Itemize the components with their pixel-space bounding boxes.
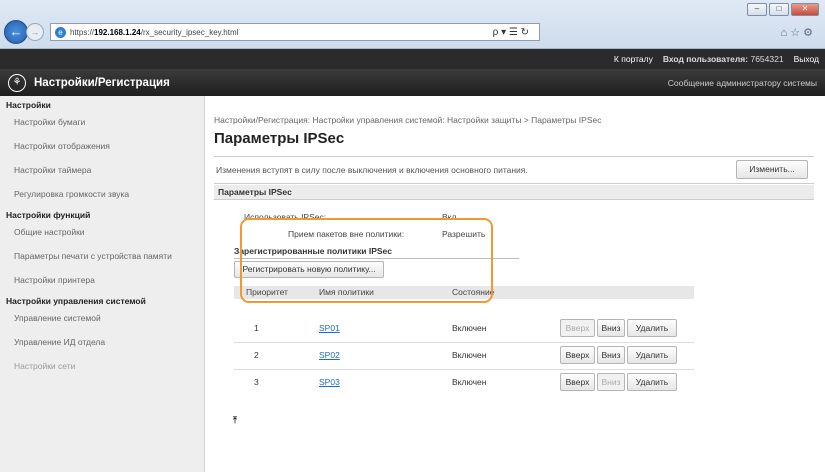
settings-logo-icon: ⚘ [8, 73, 26, 92]
logout-link[interactable]: Выход [794, 54, 819, 64]
sidebar-section-system: Настройки управления системой [6, 296, 146, 306]
breadcrumb: Настройки/Регистрация: Настройки управле… [214, 115, 602, 125]
table-row: 1 SP01 Включен Вверх Вниз Удалить [234, 315, 694, 341]
move-up-button[interactable]: Вверх [560, 319, 595, 337]
address-bar[interactable]: e https:// 192.168.1.24 /rx_security_ips… [50, 23, 540, 41]
page-title: Параметры IPSec [214, 130, 345, 147]
move-down-button[interactable]: Вниз [597, 346, 625, 364]
forward-arrow-icon[interactable]: → [26, 23, 44, 41]
navigation-bar: ← → e https:// 192.168.1.24 /rx_security… [4, 20, 819, 44]
app-header: ⚘ Настройки/Регистрация Сообщение админи… [0, 69, 825, 96]
back-arrow-icon[interactable]: ← [4, 20, 28, 44]
window-controls: – □ ✕ [747, 3, 819, 16]
close-button[interactable]: ✕ [791, 3, 819, 16]
url-path: /rx_security_ipsec_key.html [140, 27, 239, 37]
row-state: Включен [452, 377, 487, 387]
table-row: 2 SP02 Включен Вверх Вниз Удалить [234, 342, 694, 368]
address-tools-icon[interactable]: ρ ▾ ☰ ↻ [238, 27, 535, 38]
row-priority: 1 [254, 323, 259, 333]
minimize-button[interactable]: – [747, 3, 767, 16]
sidebar-item-dept-id[interactable]: Управление ИД отдела [0, 330, 204, 354]
toolbar-icons[interactable]: ⌂ ☆ ⚙ [781, 26, 813, 39]
policy-list-highlight [240, 218, 493, 303]
table-row: 3 SP03 Включен Вверх Вниз Удалить [234, 369, 694, 395]
policy-name-link[interactable]: SP03 [319, 377, 340, 387]
top-bar: К порталу Вход пользователя: 7654321 Вых… [0, 49, 825, 69]
sidebar-item-common[interactable]: Общие настройки [0, 220, 204, 244]
sidebar-item-timer[interactable]: Настройки таймера [0, 158, 204, 182]
url-host: 192.168.1.24 [94, 27, 141, 37]
sidebar-item-network[interactable]: Настройки сети [0, 354, 204, 378]
scroll-to-top-icon[interactable]: ⤒ [233, 415, 237, 426]
portal-link[interactable]: К порталу [614, 54, 653, 64]
policy-name-link[interactable]: SP02 [319, 350, 340, 360]
row-state: Включен [452, 323, 487, 333]
sidebar-item-display[interactable]: Настройки отображения [0, 134, 204, 158]
sidebar: Настройки Настройки бумаги Настройки ото… [0, 96, 205, 472]
delete-button[interactable]: Удалить [627, 373, 677, 391]
user-info: Вход пользователя: 7654321 [663, 54, 784, 64]
notice-text: Изменения вступят в силу после выключени… [216, 165, 528, 175]
user-id: 7654321 [750, 54, 784, 64]
sidebar-item-memory-print[interactable]: Параметры печати с устройства памяти [0, 244, 204, 268]
sidebar-section-settings: Настройки [6, 100, 51, 110]
move-up-button[interactable]: Вверх [560, 373, 595, 391]
user-label: Вход пользователя: [662, 54, 749, 64]
delete-button[interactable]: Удалить [627, 346, 677, 364]
sidebar-item-system-management[interactable]: Управление системой [0, 306, 204, 330]
row-priority: 3 [254, 377, 259, 387]
browser-page-icon: e [55, 26, 66, 38]
delete-button[interactable]: Удалить [627, 319, 677, 337]
admin-message-link[interactable]: Сообщение администратору системы [668, 78, 817, 88]
row-priority: 2 [254, 350, 259, 360]
notice-bar: Изменения вступят в силу после выключени… [214, 156, 814, 184]
move-down-button[interactable]: Вниз [597, 373, 625, 391]
row-state: Включен [452, 350, 487, 360]
app-title: Настройки/Регистрация [34, 76, 170, 89]
sidebar-section-functions: Настройки функций [6, 210, 91, 220]
edit-button[interactable]: Изменить... [736, 160, 808, 179]
move-down-button[interactable]: Вниз [597, 319, 625, 337]
sidebar-item-printer[interactable]: Настройки принтера [0, 268, 204, 292]
maximize-button[interactable]: □ [769, 3, 789, 16]
policy-name-link[interactable]: SP01 [319, 323, 340, 333]
move-up-button[interactable]: Вверх [560, 346, 595, 364]
url-prefix: https:// [70, 27, 95, 37]
sidebar-item-volume[interactable]: Регулировка громкости звука [0, 182, 204, 206]
browser-chrome: – □ ✕ ← → e https:// 192.168.1.24 /rx_se… [0, 0, 825, 49]
section-header: Параметры IPSec [214, 185, 814, 200]
sidebar-item-paper[interactable]: Настройки бумаги [0, 110, 204, 134]
